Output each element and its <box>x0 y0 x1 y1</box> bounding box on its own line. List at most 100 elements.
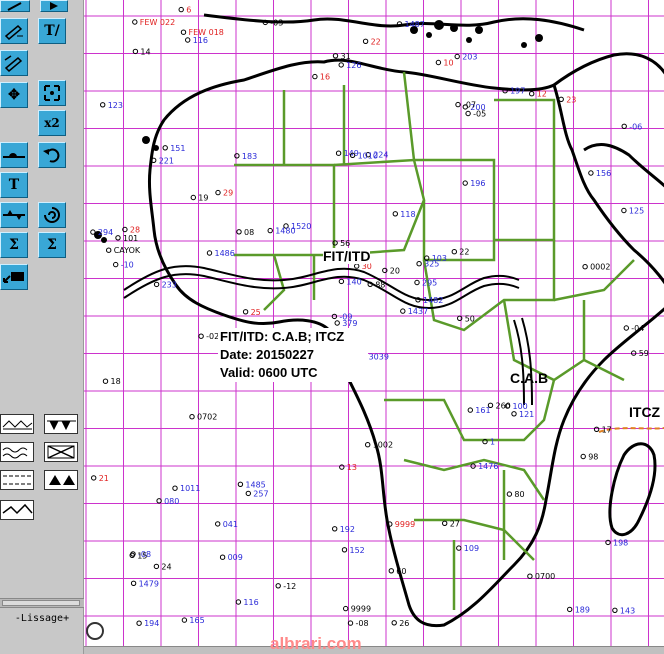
cyclone-icon[interactable] <box>38 202 66 228</box>
station-marker <box>506 491 513 497</box>
station-value: 50 <box>465 314 475 323</box>
synoptic-map[interactable]: 3039 221 379 -08 325 257 203 224 200 1437 116 143 23… <box>84 0 664 646</box>
europe-coastline <box>203 13 585 32</box>
horizontal-scrollbar[interactable] <box>84 646 664 654</box>
station-value: 080 <box>164 497 179 506</box>
station-marker <box>465 110 471 117</box>
lat-lon-grid <box>84 0 664 646</box>
station-marker <box>102 378 109 384</box>
station-marker <box>162 145 168 151</box>
station-value: -03 <box>270 18 283 27</box>
zoom-fit-icon[interactable] <box>38 80 66 106</box>
station-marker <box>132 19 138 25</box>
station-marker <box>400 308 406 314</box>
station-value: 16 <box>320 73 330 82</box>
pattern-tool-2[interactable] <box>44 414 78 434</box>
station-marker <box>343 605 349 612</box>
station-value: 152 <box>350 546 365 555</box>
warm-front-icon[interactable] <box>0 142 28 168</box>
station-marker <box>338 278 345 285</box>
refresh-icon[interactable] <box>86 622 104 640</box>
scrollbar-thumb[interactable] <box>2 600 80 606</box>
station-marker <box>435 59 442 66</box>
pattern-tool-1[interactable] <box>0 414 34 434</box>
station-marker <box>312 73 318 80</box>
station-marker <box>113 261 119 268</box>
station-marker <box>90 229 96 235</box>
arrow-icon[interactable] <box>40 0 68 12</box>
station-value: 1476 <box>478 462 498 471</box>
station-marker <box>621 207 627 214</box>
station-marker <box>189 414 195 420</box>
station-value: 23 <box>566 95 576 104</box>
export-icon[interactable] <box>0 264 28 290</box>
station-value: 59 <box>639 349 649 358</box>
station-value: 88 <box>375 280 385 289</box>
station-value: 80 <box>514 490 524 499</box>
station-value: 103 <box>432 254 447 263</box>
pencil-line-icon[interactable] <box>0 18 28 44</box>
station-value: 1010 <box>358 151 378 160</box>
sigma-icon[interactable]: Σ <box>0 232 28 258</box>
station-value: 009 <box>228 553 243 562</box>
station-value: 21 <box>99 474 109 483</box>
station-marker <box>456 545 462 551</box>
station-value: 22 <box>371 37 381 46</box>
annotation-line-1: FIT/ITD: C.A.B; ITCZ <box>220 329 345 344</box>
station-value: 29 <box>223 189 233 198</box>
analysis-annotation: FIT/ITD: C.A.B; ITCZ Date: 20150227 Vali… <box>218 328 368 382</box>
station-marker <box>206 250 213 256</box>
station-marker <box>467 407 473 413</box>
station-value: 15 <box>137 551 147 560</box>
station-marker <box>567 606 573 613</box>
station-marker <box>558 96 564 103</box>
move-icon[interactable]: ✥ <box>0 82 28 108</box>
station-marker <box>354 263 360 269</box>
station-marker <box>391 620 397 626</box>
text-pen-icon[interactable]: T/ <box>38 18 66 44</box>
pattern-tool-7[interactable] <box>0 500 34 520</box>
station-value: 9999 <box>395 520 415 529</box>
station-marker <box>451 249 457 255</box>
sigma-cross-icon[interactable]: Σ <box>38 232 66 258</box>
palette-scrollbar[interactable] <box>0 598 84 608</box>
scale-x2-icon[interactable]: x2 <box>38 110 66 136</box>
station-value: -04 <box>631 324 644 333</box>
annotation-line-2: Date: 20150227 <box>220 347 314 362</box>
station-value: FEW 018 <box>189 28 224 37</box>
station-marker <box>198 333 204 339</box>
pattern-tool-3[interactable] <box>0 442 34 462</box>
station-value: 294 <box>98 228 113 237</box>
station-marker <box>130 580 137 586</box>
station-value: 22 <box>459 248 469 257</box>
station-value: 1437 <box>408 307 428 316</box>
station-marker <box>442 520 448 526</box>
pattern-tool-5[interactable] <box>0 470 34 490</box>
station-marker <box>219 554 226 560</box>
station-value: FEW 022 <box>140 18 175 27</box>
station-value: 12 <box>537 90 547 99</box>
station-marker <box>454 53 460 60</box>
station-value: 125 <box>629 207 644 216</box>
station-value: 260 <box>496 401 511 410</box>
station-marker <box>341 547 348 553</box>
station-value: 0702 <box>197 413 217 422</box>
text-icon[interactable]: T <box>0 172 28 198</box>
station-marker <box>115 235 121 241</box>
station-marker <box>335 150 342 156</box>
station-value: 25 <box>251 308 261 317</box>
station-value: 118 <box>400 210 415 219</box>
cold-front-icon[interactable] <box>0 202 28 228</box>
pencil-erase-icon[interactable] <box>0 50 28 76</box>
station-marker <box>234 153 240 159</box>
station-value: 18 <box>111 377 121 386</box>
station-value: 1 <box>490 438 495 447</box>
pattern-tool-4[interactable] <box>44 442 78 462</box>
station-value: 109 <box>464 544 479 553</box>
undo-icon[interactable] <box>38 142 66 168</box>
station-value: 233 <box>162 280 177 289</box>
station-marker <box>582 264 588 270</box>
pen-icon[interactable] <box>0 0 30 12</box>
pattern-tool-6[interactable] <box>44 470 78 490</box>
station-value: 221 <box>159 156 174 165</box>
